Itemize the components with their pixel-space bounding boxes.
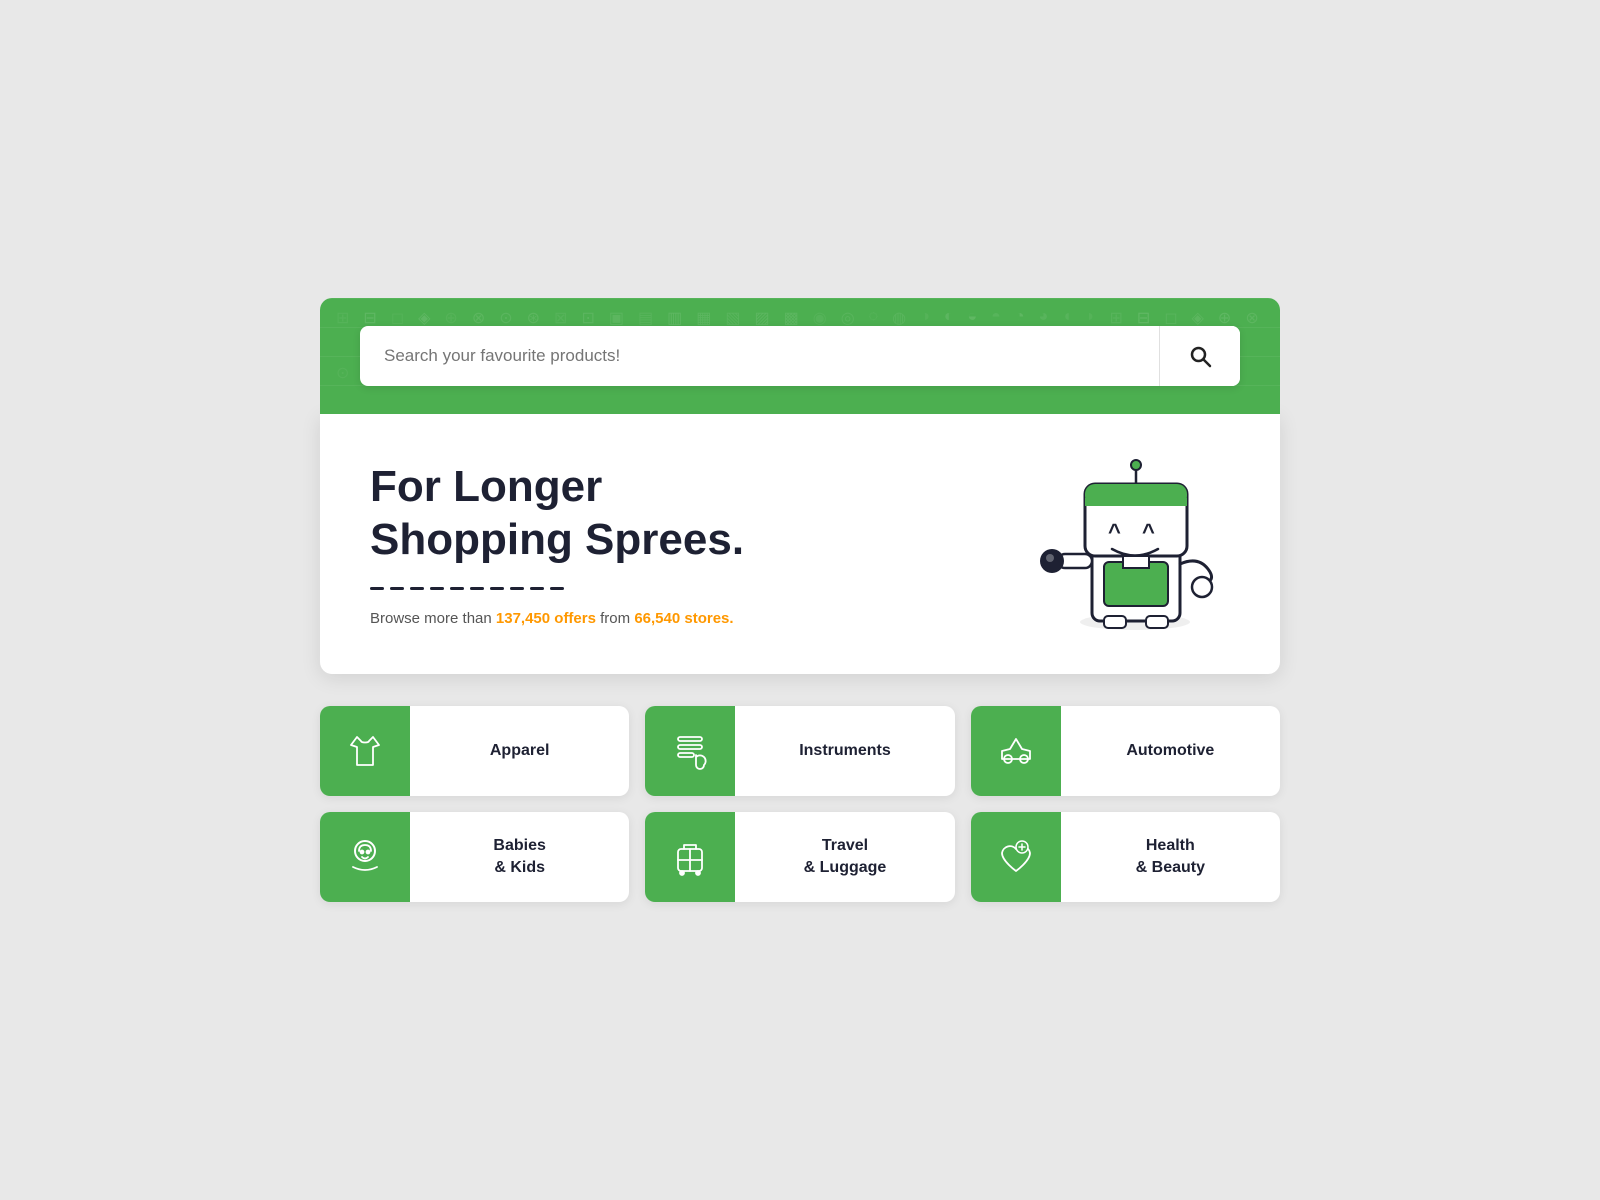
search-button[interactable] bbox=[1159, 326, 1240, 386]
category-label-automotive: Automotive bbox=[1061, 740, 1280, 762]
category-label-health-beauty: Health& Beauty bbox=[1061, 835, 1280, 878]
category-icon-travel-luggage bbox=[645, 812, 735, 902]
category-icon-apparel bbox=[320, 706, 410, 796]
category-icon-instruments bbox=[645, 706, 735, 796]
hero-text: For Longer Shopping Sprees. Browse more … bbox=[370, 461, 1030, 627]
categories-section: Apparel Instruments Automotive Babies& Kids… bbox=[320, 706, 1280, 902]
hero-section: For Longer Shopping Sprees. Browse more … bbox=[320, 414, 1280, 674]
search-box bbox=[360, 326, 1240, 386]
category-icon-babies-kids bbox=[320, 812, 410, 902]
category-card-apparel[interactable]: Apparel bbox=[320, 706, 629, 796]
hero-title: For Longer Shopping Sprees. bbox=[370, 461, 1030, 567]
hero-subtitle: Browse more than 137,450 offers from 66,… bbox=[370, 610, 1030, 627]
category-icon-automotive bbox=[971, 706, 1061, 796]
svg-text:^: ^ bbox=[1108, 519, 1121, 544]
main-card: ⊞⊟◻◈⊕⊗⊙⊛⊠⊡▣▤▥▦▧▨▩◉◎◌◍◑◐◒◓◔◕◖◗⊞⊟◻◈⊕⊗⊙⊛⊠⊡▣… bbox=[320, 298, 1280, 902]
category-card-health-beauty[interactable]: Health& Beauty bbox=[971, 812, 1280, 902]
search-icon bbox=[1188, 344, 1212, 368]
robot-illustration: ^ ^ bbox=[1030, 454, 1230, 634]
search-header: ⊞⊟◻◈⊕⊗⊙⊛⊠⊡▣▤▥▦▧▨▩◉◎◌◍◑◐◒◓◔◕◖◗⊞⊟◻◈⊕⊗⊙⊛⊠⊡▣… bbox=[320, 298, 1280, 414]
robot-svg: ^ ^ bbox=[1030, 454, 1230, 634]
category-card-travel-luggage[interactable]: Travel& Luggage bbox=[645, 812, 954, 902]
category-icon-health-beauty bbox=[971, 812, 1061, 902]
category-label-instruments: Instruments bbox=[735, 740, 954, 762]
hero-divider bbox=[370, 587, 1030, 590]
search-input[interactable] bbox=[360, 326, 1159, 386]
category-card-automotive[interactable]: Automotive bbox=[971, 706, 1280, 796]
category-label-travel-luggage: Travel& Luggage bbox=[735, 835, 954, 878]
svg-text:^: ^ bbox=[1142, 519, 1155, 544]
category-card-babies-kids[interactable]: Babies& Kids bbox=[320, 812, 629, 902]
category-card-instruments[interactable]: Instruments bbox=[645, 706, 954, 796]
category-label-apparel: Apparel bbox=[410, 740, 629, 762]
category-label-babies-kids: Babies& Kids bbox=[410, 835, 629, 878]
